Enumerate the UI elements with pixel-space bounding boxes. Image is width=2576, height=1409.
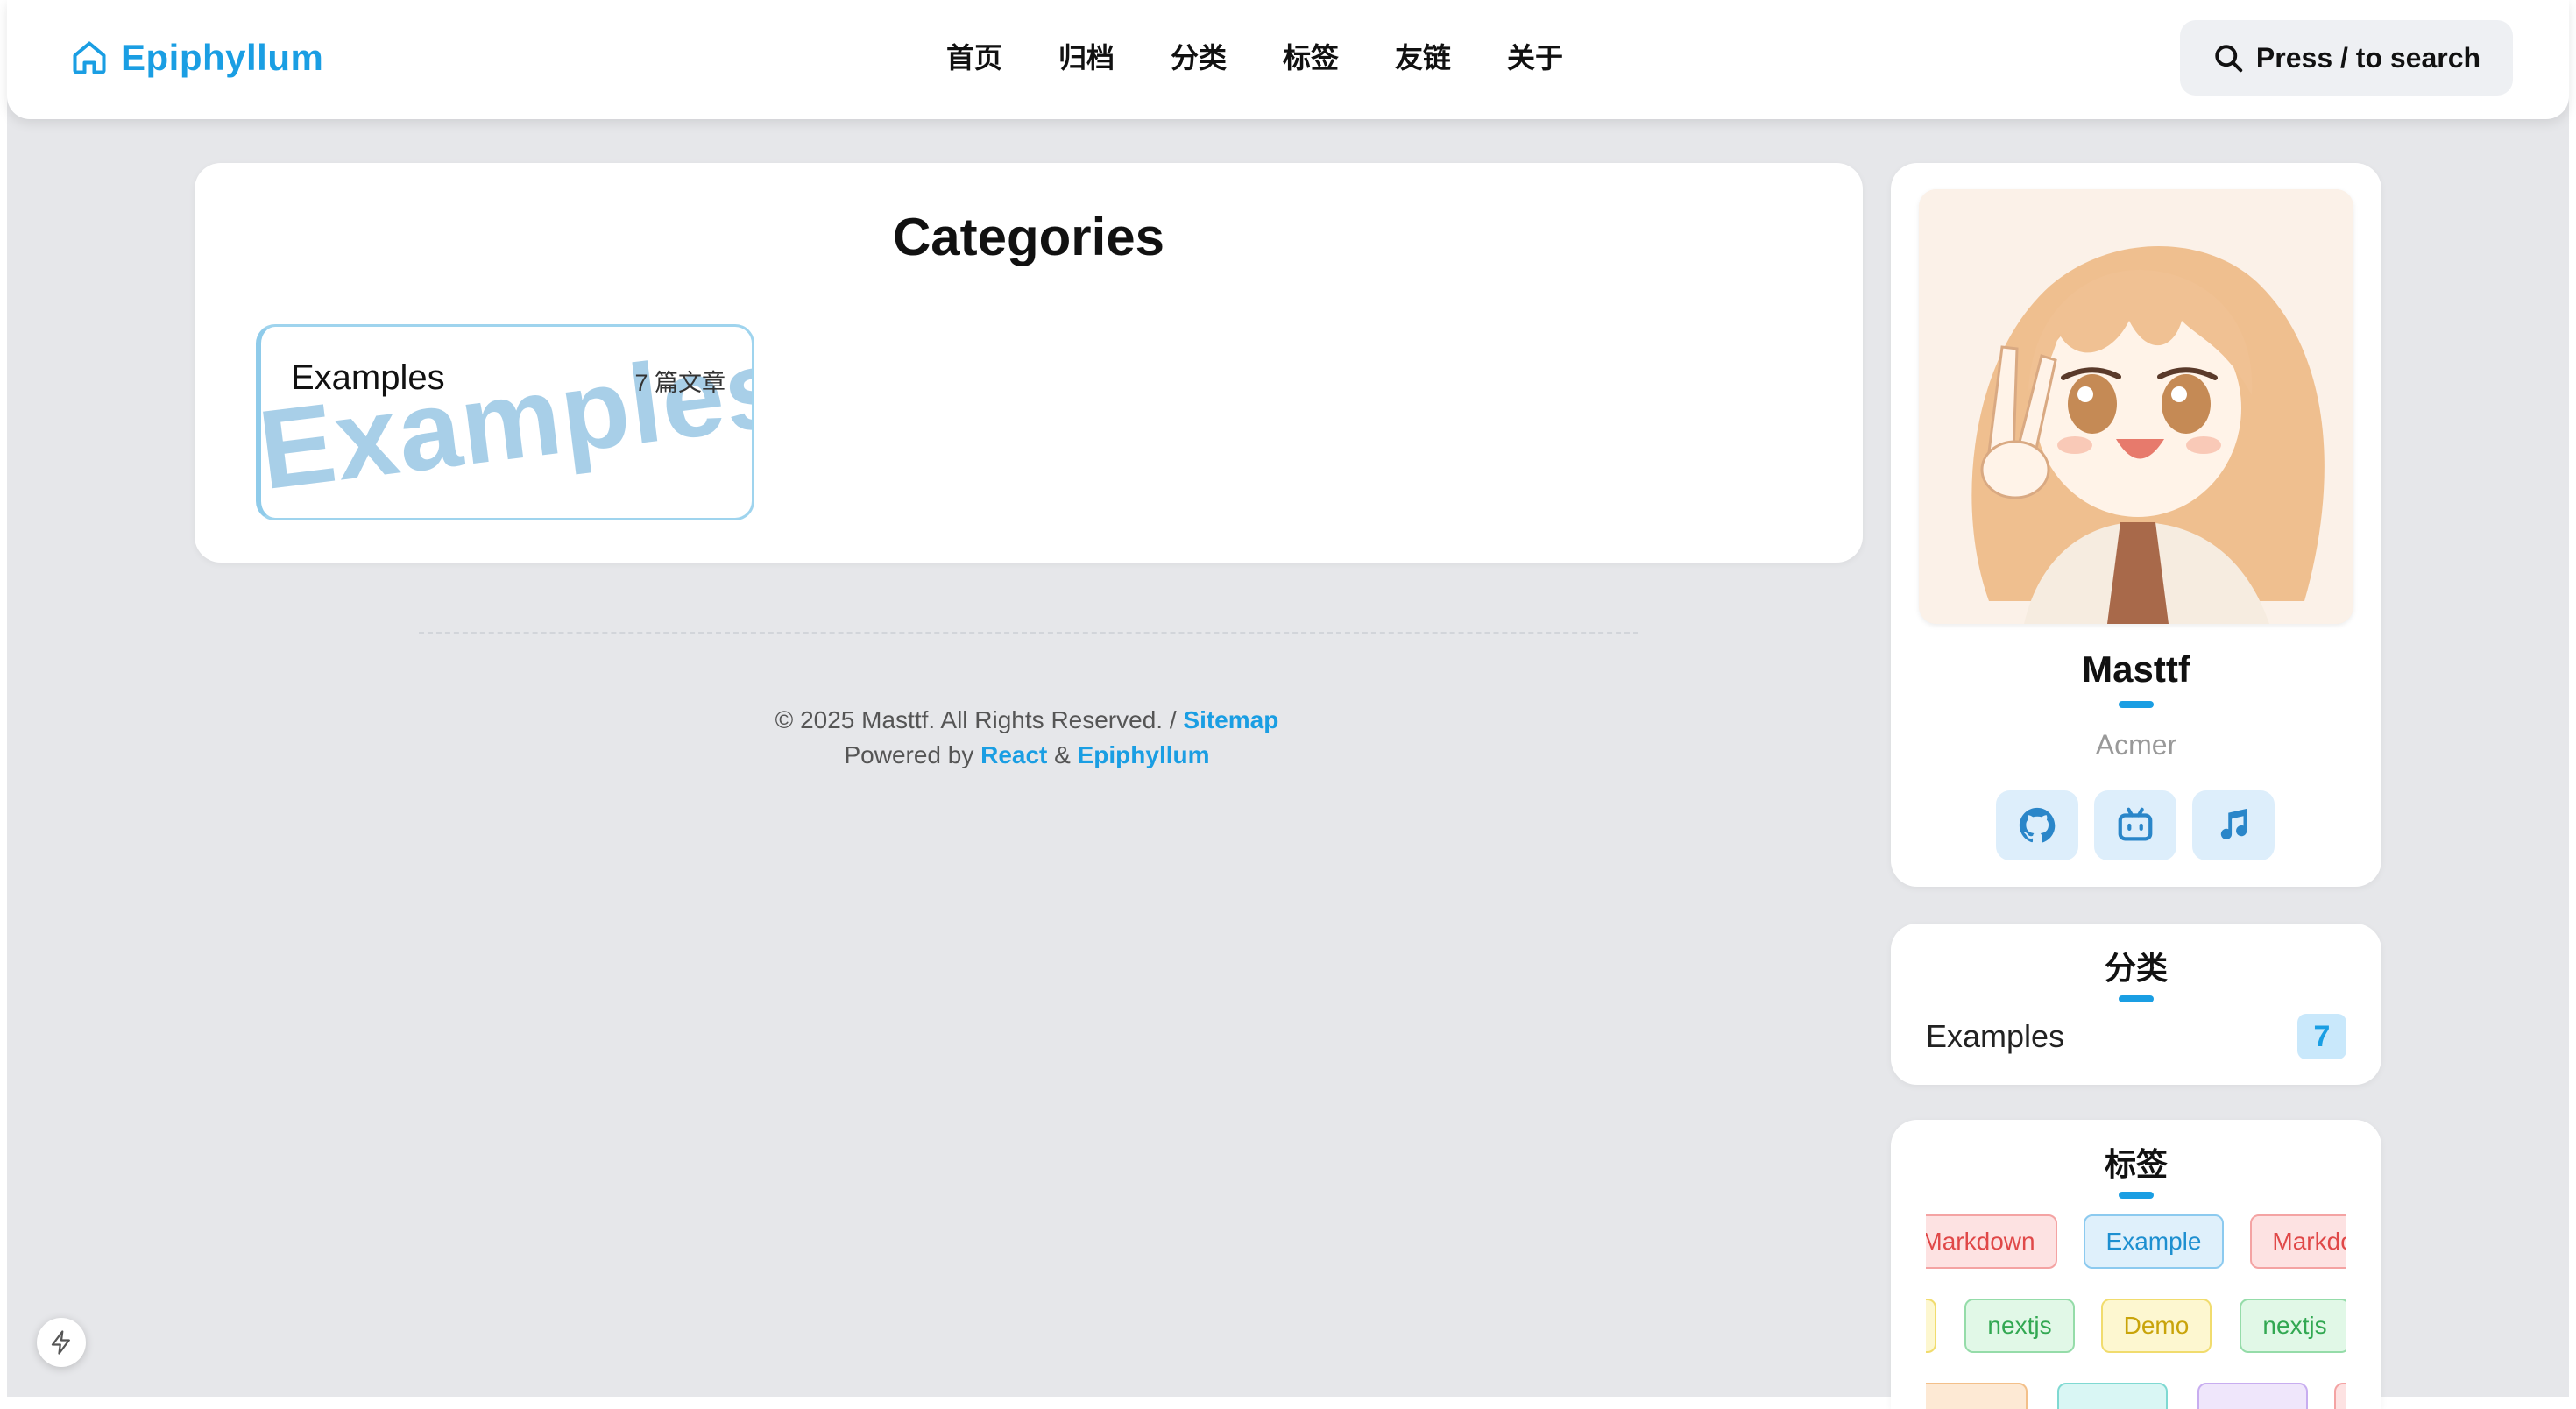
tag-nextjs-repeat[interactable]: nextjs	[2240, 1299, 2346, 1353]
github-link[interactable]	[1996, 790, 2078, 860]
bilibili-icon	[2115, 805, 2155, 846]
sidebar-category-name[interactable]: Examples	[1926, 1018, 2064, 1055]
sidebar-categories-title: 分类	[2104, 950, 2168, 986]
sitemap-link[interactable]: Sitemap	[1183, 706, 1278, 733]
footer-copyright-line: © 2025 Masttf. All Rights Reserved. / Si…	[578, 703, 1476, 738]
category-card[interactable]: Examples Examples 7 篇文章	[256, 324, 754, 520]
nav-item-about[interactable]: 关于	[1479, 33, 1591, 82]
tag-example[interactable]: Example	[2084, 1214, 2224, 1269]
tag-partial-yellow[interactable]	[1926, 1299, 1936, 1353]
profile-name: Masttf	[2082, 648, 2190, 690]
search-label: Press / to search	[2255, 41, 2481, 74]
profile-name-underline	[2119, 701, 2154, 708]
epiphyllum-link[interactable]: Epiphyllum	[1078, 741, 1210, 768]
site-footer: © 2025 Masttf. All Rights Reserved. / Si…	[578, 703, 1476, 773]
ampersand-text: &	[1047, 741, 1078, 768]
top-navbar: Epiphyllum 首页 归档 分类 标签 友链 关于 Press / to …	[7, 0, 2569, 119]
nav-item-friends[interactable]: 友链	[1367, 33, 1479, 82]
react-link[interactable]: React	[980, 741, 1047, 768]
sidebar-tags-title: 标签	[2104, 1146, 2168, 1182]
category-watermark: Examples	[256, 324, 754, 514]
profile-role: Acmer	[2095, 729, 2177, 761]
category-name: Examples	[291, 358, 445, 397]
nav-item-tags[interactable]: 标签	[1255, 33, 1367, 82]
main-nav: 首页 归档 分类 标签 友链 关于	[918, 33, 1591, 82]
page-title: Categories	[892, 208, 1165, 266]
bilibili-link[interactable]	[2094, 790, 2176, 860]
nav-item-archive[interactable]: 归档	[1030, 33, 1143, 82]
tags-title-underline	[2119, 1192, 2154, 1199]
tag-demo[interactable]: Demo	[2101, 1299, 2212, 1353]
home-icon	[70, 39, 109, 77]
category-post-count: 7 篇文章	[634, 370, 725, 396]
search-icon	[2212, 42, 2244, 74]
footer-powered-line: Powered by React & Epiphyllum	[578, 738, 1476, 773]
lightning-icon	[48, 1329, 74, 1356]
sidebar-tags-card: 标签 Markdown Example Markdown nextjs Demo…	[1891, 1120, 2381, 1409]
music-icon	[2213, 805, 2254, 846]
avatar	[1919, 189, 2353, 624]
nav-item-home[interactable]: 首页	[918, 33, 1030, 82]
categories-title-underline	[2119, 995, 2154, 1002]
github-icon	[2017, 805, 2057, 846]
nav-item-categories[interactable]: 分类	[1143, 33, 1255, 82]
tag-marquee: Markdown Example Markdown nextjs Demo ne…	[1926, 1214, 2346, 1409]
sidebar-categories-card: 分类 Examples 7	[1891, 924, 2381, 1085]
search-button[interactable]: Press / to search	[2180, 20, 2513, 96]
categories-panel: Categories Examples Examples 7 篇文章	[195, 163, 1863, 563]
brand-name: Epiphyllum	[121, 37, 324, 78]
tag-markdown-repeat[interactable]: Markdown	[2250, 1214, 2346, 1269]
profile-card: Masttf Acmer	[1891, 163, 2381, 887]
copyright-text: © 2025 Masttf. All Rights Reserved. /	[775, 706, 1184, 733]
music-link[interactable]	[2192, 790, 2275, 860]
quick-action-button[interactable]	[37, 1318, 86, 1367]
brand-link[interactable]: Epiphyllum	[70, 32, 323, 84]
social-links	[1996, 790, 2275, 860]
sidebar-category-count-badge: 7	[2297, 1014, 2346, 1059]
tag-nextjs[interactable]: nextjs	[1964, 1299, 2075, 1353]
footer-divider	[419, 632, 1638, 634]
tag-markdown[interactable]: Markdown	[1926, 1214, 2057, 1269]
powered-by-text: Powered by	[844, 741, 981, 768]
